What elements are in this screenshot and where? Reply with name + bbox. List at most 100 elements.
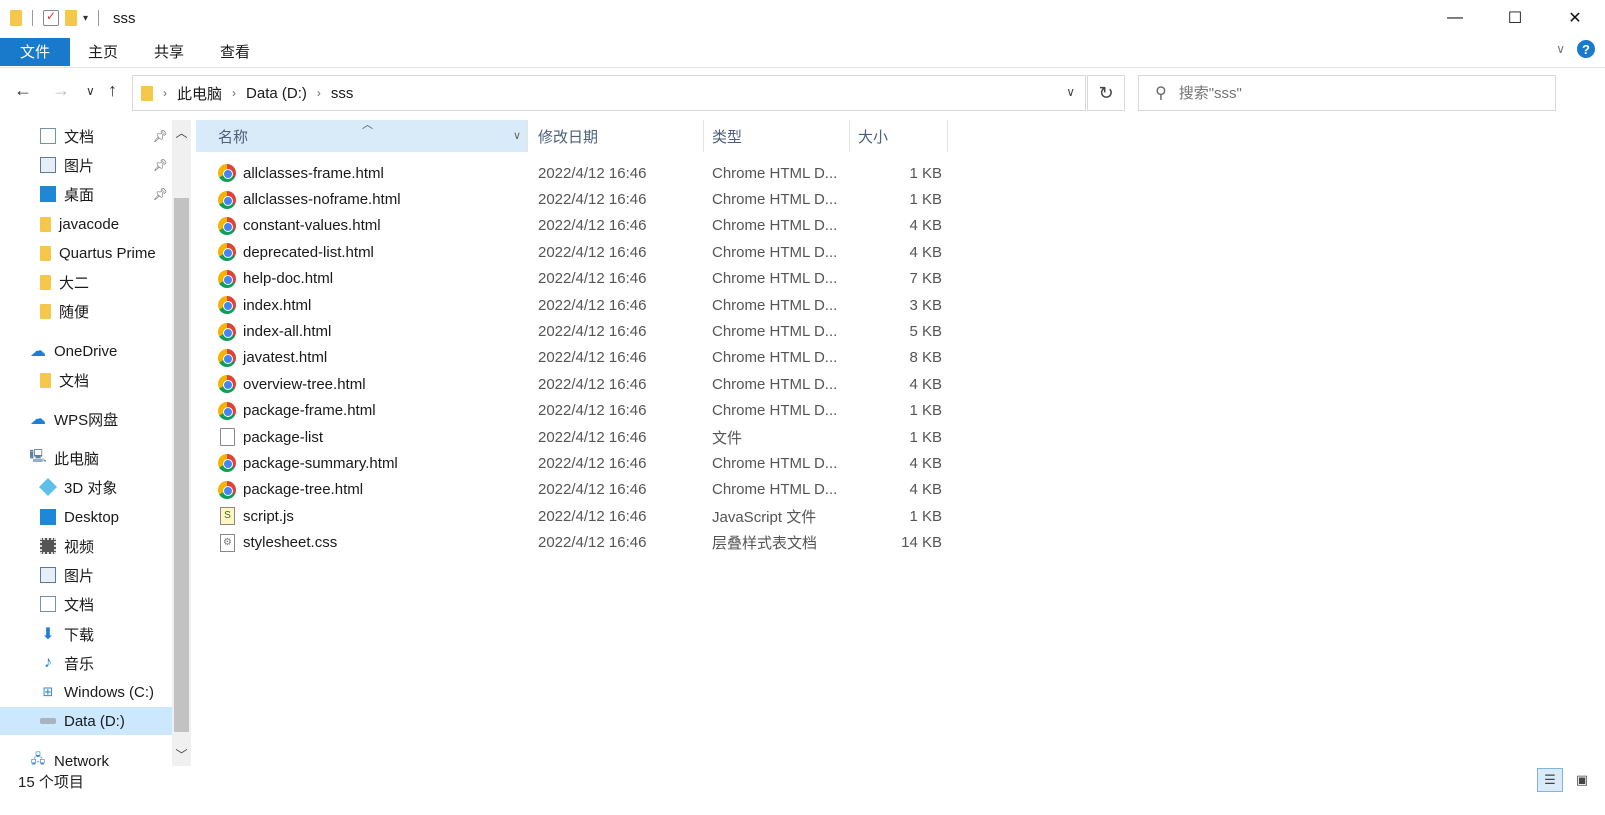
file-date: 2022/4/12 16:46 <box>538 164 647 182</box>
file-row[interactable]: help-doc.html 2022/4/12 16:46 Chrome HTML … <box>196 266 956 292</box>
file-name: javatest.html <box>243 349 328 367</box>
file-type: Chrome HTML D... <box>712 296 838 314</box>
file-row[interactable]: Sscript.js 2022/4/12 16:46 JavaScript 文件 1 … <box>196 503 956 529</box>
3d-objects-icon <box>38 477 58 497</box>
sidebar-item-quick-pictures[interactable]: 图片 📌︎ <box>0 151 172 179</box>
chevron-right-icon[interactable]: › <box>317 86 321 100</box>
breadcrumb-item-this-pc[interactable]: 此电脑 <box>177 83 222 104</box>
properties-icon[interactable] <box>43 9 59 26</box>
file-row[interactable]: javatest.html 2022/4/12 16:46 Chrome HTML … <box>196 345 956 371</box>
sidebar-item-this-pc[interactable]: 🖳︎ 此电脑 <box>0 444 172 472</box>
file-size: 4 KB <box>909 481 942 499</box>
file-row[interactable]: package-tree.html 2022/4/12 16:46 Chrome H… <box>196 477 956 503</box>
sidebar-item-label: 随便 <box>59 303 90 321</box>
js-file-icon: S <box>220 507 235 526</box>
new-folder-icon[interactable] <box>65 10 77 26</box>
sidebar-item-onedrive-documents[interactable]: 文档 <box>0 366 172 394</box>
sidebar-item-data-d[interactable]: Data (D:) <box>0 707 172 735</box>
file-row[interactable]: deprecated-list.html 2022/4/12 16:46 Chrom… <box>196 239 956 265</box>
file-row[interactable]: package-summary.html 2022/4/12 16:46 Chrom… <box>196 450 956 476</box>
back-button[interactable]: ← <box>14 80 32 101</box>
sidebar-item-onedrive[interactable]: ☁ OneDrive <box>0 337 172 365</box>
chevron-right-icon[interactable]: › <box>232 86 236 100</box>
file-type: 层叠样式表文档 <box>712 535 818 553</box>
file-row[interactable]: index-all.html 2022/4/12 16:46 Chrome HTML… <box>196 318 956 344</box>
sidebar-item-network[interactable]: 🖧︎ Network <box>0 747 172 770</box>
tab-view[interactable]: 查看 <box>202 38 268 66</box>
file-date: 2022/4/12 16:46 <box>538 243 647 261</box>
search-box[interactable]: ⚲ <box>1138 75 1556 111</box>
breadcrumb-item-sss[interactable]: sss <box>331 85 354 102</box>
sidebar-item-wps-cloud[interactable]: ☁ WPS网盘 <box>0 405 172 433</box>
refresh-button[interactable]: ↻ <box>1087 75 1125 111</box>
file-row[interactable]: allclasses-noframe.html 2022/4/12 16:46 Ch… <box>196 186 956 212</box>
maximize-button[interactable]: ☐ <box>1485 0 1545 36</box>
address-history-chevron-down-icon[interactable]: ∨ <box>1066 85 1075 99</box>
chrome-icon <box>218 348 236 367</box>
file-name: package-list <box>243 428 324 446</box>
column-header-size[interactable]: 大小 <box>850 120 948 152</box>
file-row[interactable]: overview-tree.html 2022/4/12 16:46 Chrome … <box>196 371 956 397</box>
up-button[interactable]: ↑ <box>108 80 117 101</box>
file-row[interactable]: package-frame.html 2022/4/12 16:46 Chrome … <box>196 398 956 424</box>
pin-icon: 📌︎ <box>152 187 168 201</box>
column-header-type[interactable]: 类型 <box>704 120 850 152</box>
file-name: constant-values.html <box>243 217 381 235</box>
sidebar-item-3d-objects[interactable]: 3D 对象 <box>0 473 172 501</box>
chevron-right-icon[interactable]: › <box>163 86 167 100</box>
file-date: 2022/4/12 16:46 <box>538 270 647 288</box>
large-icons-view-icon[interactable]: ▣ <box>1569 768 1595 792</box>
tab-file[interactable]: 文件 <box>0 37 70 66</box>
sidebar-item-label: WPS网盘 <box>54 411 119 429</box>
file-name: script.js <box>243 507 294 525</box>
sidebar-item-label: 音乐 <box>64 655 95 673</box>
details-view-icon[interactable]: ☰ <box>1537 768 1563 792</box>
recent-locations-button[interactable]: ∨ <box>86 84 95 98</box>
sidebar-item-javacode[interactable]: javacode <box>0 210 172 238</box>
divider <box>98 10 100 26</box>
sidebar-item-documents[interactable]: 文档 <box>0 590 172 618</box>
sidebar-item-music[interactable]: ♪ 音乐 <box>0 649 172 677</box>
expand-ribbon-chevron-down-icon[interactable]: ∨ <box>1556 42 1565 56</box>
sidebar-item-windows-c[interactable]: ⊞ Windows (C:) <box>0 678 172 706</box>
sidebar-item-pictures[interactable]: 图片 <box>0 561 172 589</box>
sidebar-item-quick-documents[interactable]: 文档 📌︎ <box>0 122 172 150</box>
column-filter-chevron-down-icon[interactable]: ∨ <box>513 129 521 142</box>
minimize-button[interactable]: — <box>1425 0 1485 36</box>
video-icon <box>40 538 56 554</box>
sidebar-scrollbar[interactable]: ︿ ﹀ <box>172 120 191 766</box>
help-button[interactable]: ? <box>1577 40 1595 58</box>
sidebar-item-downloads[interactable]: ⬇ 下载 <box>0 620 172 648</box>
scroll-up-chevron-icon[interactable]: ︿ <box>172 122 191 142</box>
scrollbar-thumb[interactable] <box>174 198 189 732</box>
file-date: 2022/4/12 16:46 <box>538 375 647 393</box>
file-row[interactable]: index.html 2022/4/12 16:46 Chrome HTML D..… <box>196 292 956 318</box>
sidebar-item-suibian[interactable]: 随便 <box>0 297 172 325</box>
close-button[interactable]: ✕ <box>1545 0 1605 36</box>
sidebar-item-label: 3D 对象 <box>64 479 118 497</box>
sidebar-item-videos[interactable]: 视频 <box>0 532 172 560</box>
windows-drive-icon: ⊞ <box>42 684 54 699</box>
column-header-date[interactable]: 修改日期 <box>528 120 704 152</box>
file-row[interactable]: ⚙ stylesheet.css 2022/4/12 16:46 层叠样式表文档 14 … <box>196 529 956 555</box>
column-header-name[interactable]: ︿ 名称 ∨ <box>196 119 528 152</box>
breadcrumb-item-data-d[interactable]: Data (D:) <box>246 85 307 102</box>
tab-share[interactable]: 共享 <box>136 38 202 66</box>
file-row[interactable]: constant-values.html 2022/4/12 16:46 Chrom… <box>196 213 956 239</box>
file-row[interactable]: package-list 2022/4/12 16:46 文件 1 KB <box>196 424 956 450</box>
window-title: sss <box>113 9 136 27</box>
forward-button[interactable]: → <box>52 80 70 101</box>
sidebar-item-quartus-prime[interactable]: Quartus Prime <box>0 239 172 267</box>
sidebar-item-desktop[interactable]: Desktop <box>0 503 172 531</box>
address-bar[interactable]: › 此电脑 › Data (D:) › sss ∨ <box>132 75 1086 111</box>
tab-home[interactable]: 主页 <box>70 38 136 66</box>
sidebar-item-quick-desktop[interactable]: 桌面 📌︎ <box>0 180 172 208</box>
search-input[interactable] <box>1178 84 1519 102</box>
window-controls: — ☐ ✕ <box>1425 0 1605 36</box>
music-icon: ♪ <box>44 654 52 671</box>
customize-toolbar-chevron-icon[interactable]: ▾ <box>83 13 88 24</box>
scroll-down-chevron-icon[interactable]: ﹀ <box>172 744 191 764</box>
file-row[interactable]: allclasses-frame.html 2022/4/12 16:46 Chro… <box>196 160 956 186</box>
sidebar-item-da-er[interactable]: 大二 <box>0 268 172 296</box>
sidebar-item-label: Quartus Prime <box>59 244 156 262</box>
